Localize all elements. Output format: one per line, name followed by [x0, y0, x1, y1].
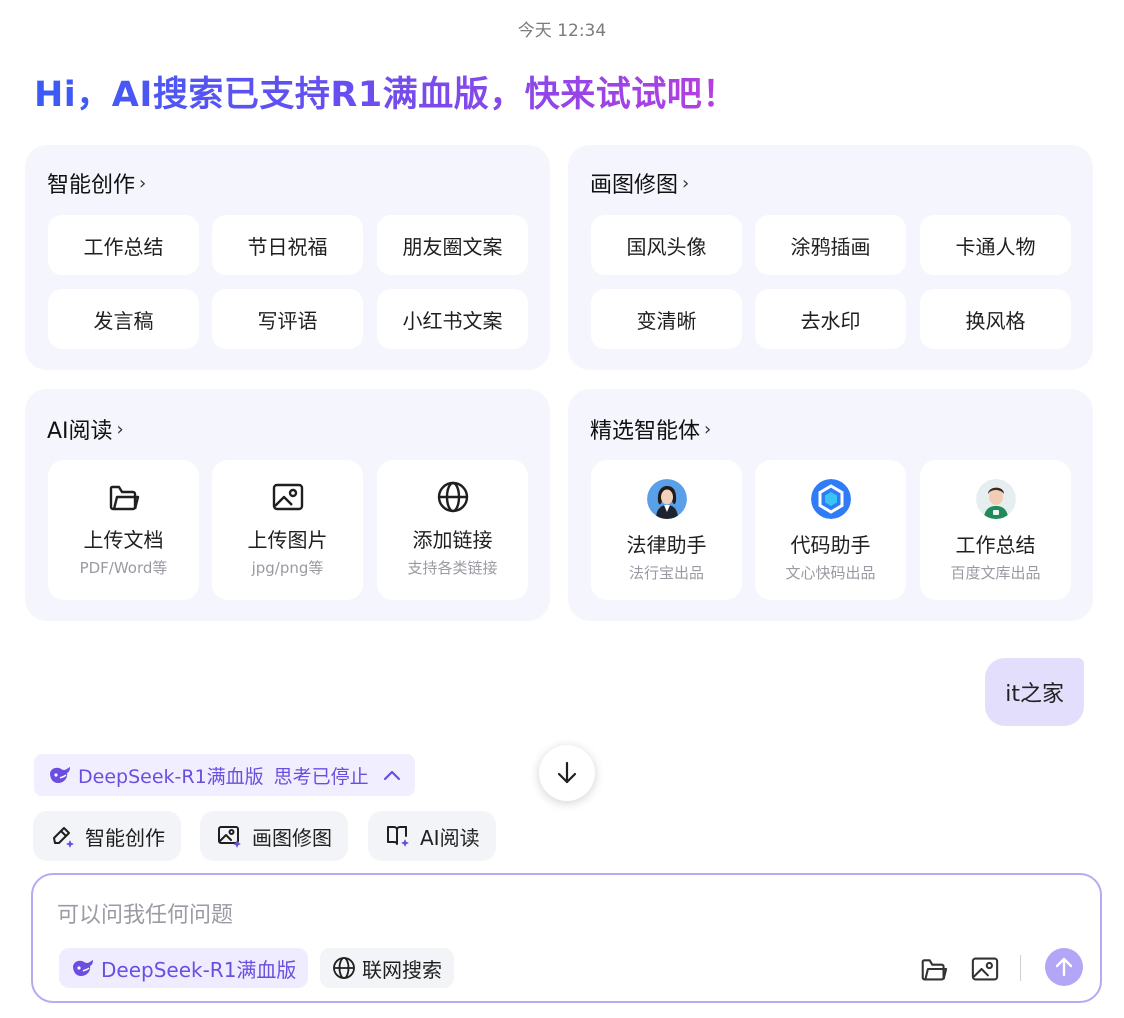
image-item[interactable]: 国风头像 — [591, 215, 742, 275]
web-search-label: 联网搜索 — [362, 957, 442, 982]
send-button[interactable] — [1045, 948, 1083, 986]
model-thinking-status[interactable]: DeepSeek-R1满血版 思考已停止 — [34, 754, 415, 796]
upload-image-button[interactable] — [970, 954, 1000, 984]
chevron-up-icon — [383, 769, 401, 781]
tile-title: 上传图片 — [247, 528, 328, 552]
quick-action-reading[interactable]: AI阅读 — [368, 811, 496, 861]
image-item[interactable]: 变清晰 — [591, 289, 742, 349]
arrow-down-icon — [554, 760, 580, 786]
globe-icon — [436, 480, 470, 514]
quick-action-label: AI阅读 — [420, 825, 480, 850]
creation-item[interactable]: 发言稿 — [48, 289, 199, 349]
tile-title: 法律助手 — [626, 533, 707, 557]
image-sparkle-icon — [216, 823, 242, 849]
tile-title: 添加链接 — [412, 528, 493, 552]
creation-item[interactable]: 工作总结 — [48, 215, 199, 275]
model-status-model: DeepSeek-R1满血版 — [78, 765, 264, 788]
quick-action-image[interactable]: 画图修图 — [200, 811, 348, 861]
model-chip-label: DeepSeek-R1满血版 — [101, 957, 297, 982]
creation-item[interactable]: 朋友圈文案 — [377, 215, 528, 275]
creation-card: 智能创作 › 工作总结 节日祝福 朋友圈文案 发言稿 写评语 小红书文案 — [25, 145, 550, 370]
greeting-headline: Hi，AI搜索已支持R1满血版，快来试试吧！ — [34, 66, 738, 117]
add-link-tile[interactable]: 添加链接 支持各类链接 — [377, 460, 528, 600]
image-icon — [271, 480, 305, 514]
folder-icon — [920, 956, 948, 982]
creation-item[interactable]: 小红书文案 — [377, 289, 528, 349]
quick-action-creation[interactable]: 智能创作 — [33, 811, 181, 861]
creation-card-title-label: 智能创作 — [47, 173, 136, 198]
agents-card-title[interactable]: 精选智能体 › — [590, 413, 711, 445]
lawyer-avatar — [646, 479, 687, 519]
creation-card-title[interactable]: 智能创作 › — [47, 167, 146, 199]
agent-tile-work-summary[interactable]: 工作总结 百度文库出品 — [920, 460, 1071, 600]
globe-icon — [332, 956, 356, 980]
creation-item[interactable]: 写评语 — [212, 289, 363, 349]
agent-tile-legal[interactable]: 法律助手 法行宝出品 — [591, 460, 742, 600]
worker-avatar — [975, 479, 1016, 519]
chevron-right-icon: › — [704, 418, 712, 440]
code-logo — [810, 479, 851, 519]
chevron-right-icon: › — [682, 172, 690, 194]
book-sparkle-icon — [384, 823, 410, 849]
image-icon — [971, 956, 999, 982]
model-status-text: 思考已停止 — [273, 765, 369, 788]
timestamp: 今天 12:34 — [517, 21, 607, 41]
chevron-right-icon: › — [139, 172, 147, 194]
image-card-title-label: 画图修图 — [590, 173, 679, 198]
message-input[interactable]: 可以问我任何问题 — [57, 897, 233, 929]
pen-sparkle-icon — [49, 823, 75, 849]
tile-title: 上传文档 — [83, 528, 164, 552]
image-card-title[interactable]: 画图修图 › — [590, 167, 689, 199]
whale-icon — [71, 959, 95, 977]
chevron-right-icon: › — [116, 418, 124, 440]
toolbar-divider — [1020, 955, 1021, 981]
agent-tile-code[interactable]: 代码助手 文心快码出品 — [755, 460, 906, 600]
agents-card-title-label: 精选智能体 — [590, 419, 701, 444]
tile-subtitle: jpg/png等 — [251, 559, 324, 577]
image-item[interactable]: 去水印 — [755, 289, 906, 349]
tile-title: 代码助手 — [790, 533, 871, 557]
image-card: 画图修图 › 国风头像 涂鸦插画 卡通人物 变清晰 去水印 换风格 — [568, 145, 1093, 370]
tile-subtitle: PDF/Word等 — [79, 559, 168, 577]
tile-subtitle: 百度文库出品 — [950, 564, 1041, 582]
arrow-up-icon — [1053, 956, 1075, 978]
tile-subtitle: 文心快码出品 — [785, 564, 876, 582]
creation-item[interactable]: 节日祝福 — [212, 215, 363, 275]
whale-icon — [48, 766, 72, 784]
reading-card-title[interactable]: AI阅读 › — [47, 413, 124, 445]
image-item[interactable]: 换风格 — [920, 289, 1071, 349]
model-select-chip[interactable]: DeepSeek-R1满血版 — [59, 948, 309, 988]
user-message-bubble: it之家 — [985, 658, 1084, 726]
reading-card-title-label: AI阅读 — [47, 419, 113, 444]
scroll-to-bottom-button[interactable] — [539, 745, 595, 801]
quick-action-label: 智能创作 — [85, 825, 165, 850]
composer: 可以问我任何问题 DeepSeek-R1满血版 联网搜索 — [31, 873, 1102, 1003]
reading-card: AI阅读 › 上传文档 PDF/Word等 上传图片 jpg/png等 添加链接… — [25, 389, 550, 621]
agents-card: 精选智能体 › 法律助手 法行宝出品 代码助手 文心快码出品 工作总结 百度文库… — [568, 389, 1093, 621]
upload-image-tile[interactable]: 上传图片 jpg/png等 — [212, 460, 363, 600]
folder-icon — [107, 480, 141, 514]
quick-action-label: 画图修图 — [252, 825, 332, 850]
tile-subtitle: 法行宝出品 — [628, 564, 704, 582]
web-search-chip[interactable]: 联网搜索 — [320, 948, 454, 988]
upload-file-button[interactable] — [919, 954, 949, 984]
tile-subtitle: 支持各类链接 — [407, 559, 498, 577]
image-item[interactable]: 涂鸦插画 — [755, 215, 906, 275]
upload-document-tile[interactable]: 上传文档 PDF/Word等 — [48, 460, 199, 600]
image-item[interactable]: 卡通人物 — [920, 215, 1071, 275]
tile-title: 工作总结 — [955, 533, 1036, 557]
